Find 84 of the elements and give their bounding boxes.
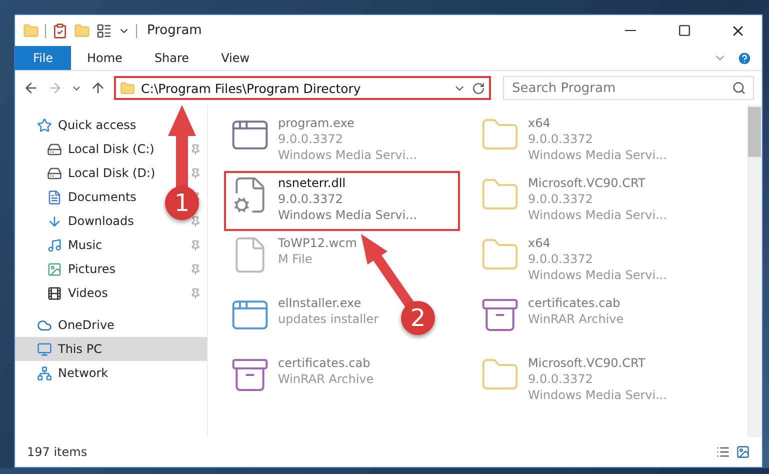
item-count: 197 items — [27, 445, 88, 459]
file-name: x64 — [528, 115, 552, 131]
cloud-icon — [37, 318, 52, 332]
file-tile[interactable]: x64 9.0.0.3372 Windows Media Servi... — [474, 111, 674, 171]
sidebar-item[interactable]: This PC — [15, 337, 207, 361]
file-detail: updates installer — [278, 311, 379, 327]
videos-icon — [47, 286, 62, 300]
scrollbar[interactable] — [747, 105, 762, 437]
file-tile[interactable]: program.exe 9.0.0.3372 Windows Media Servi... — [224, 111, 424, 171]
file-detail: WinRAR Archive — [278, 371, 374, 387]
drive-icon — [47, 166, 62, 180]
file-detail: 9.0.0.3372 — [278, 191, 344, 207]
file-tile[interactable]: ToWP12.wcm M File — [224, 231, 363, 291]
file-detail: 9.0.0.3372 — [528, 191, 594, 207]
file-tile[interactable]: certificates.cab WinRAR Archive — [224, 351, 380, 411]
maximize-icon — [678, 24, 690, 37]
file-name: program.exe — [278, 115, 356, 131]
folder-icon — [120, 80, 135, 96]
documents-icon — [47, 190, 62, 204]
file-detail: Windows Media Servi... — [278, 207, 418, 223]
music-icon — [47, 238, 62, 252]
file-tile[interactable]: Microsoft.VC90.CRT 9.0.0.3372 Windows Media Servi... — [474, 171, 674, 231]
file-detail: Windows Media Servi... — [528, 147, 668, 163]
file-name: nsneterr.dll — [278, 175, 347, 191]
file-tile[interactable]: certificates.cab WinRAR Archive — [474, 291, 630, 351]
file-detail: Windows Media Servi... — [528, 267, 668, 283]
file-detail: M File — [278, 251, 314, 267]
file-tile[interactable]: Microsoft.VC90.CRT 9.0.0.3372 Windows Media Servi... — [474, 351, 674, 411]
file-name: ToWP12.wcm — [278, 235, 357, 251]
back-button[interactable] — [23, 80, 39, 96]
details-view-icon[interactable] — [716, 445, 730, 459]
properties-icon[interactable] — [96, 22, 112, 38]
file-detail: 9.0.0.3372 — [528, 131, 594, 147]
file-name: Microsoft.VC90.CRT — [528, 175, 646, 191]
network-icon — [37, 366, 52, 380]
sidebar-item[interactable]: Quick access — [15, 113, 207, 137]
large-icons-view-icon[interactable] — [736, 445, 750, 459]
ribbon-tab[interactable]: File — [15, 46, 71, 70]
pictures-icon — [47, 262, 62, 276]
file-detail: WinRAR Archive — [528, 311, 624, 327]
minimize-icon — [624, 30, 636, 31]
file-tile[interactable]: nsneterr.dll 9.0.0.3372 Windows Media Servi... — [224, 171, 460, 231]
checklist-icon[interactable] — [52, 22, 68, 38]
file-name: Microsoft.VC90.CRT — [528, 355, 646, 371]
window-title: Program — [147, 23, 202, 38]
search-icon — [732, 81, 746, 95]
step-number-badge: 1 — [165, 186, 199, 220]
downloads-icon — [47, 214, 62, 228]
up-icon — [90, 80, 106, 96]
sidebar-item[interactable]: Downloads — [15, 209, 140, 233]
sidebar-item[interactable]: Local Disk (D:) — [15, 161, 162, 185]
sidebar-item[interactable]: Local Disk (C:) — [15, 137, 160, 161]
up-button[interactable] — [90, 80, 106, 96]
sidebar-item[interactable]: Music — [15, 233, 108, 257]
sidebar-item[interactable]: Network — [15, 361, 207, 385]
file-detail: 9.0.0.3372 — [528, 371, 594, 387]
ribbon-tab[interactable]: Share — [138, 46, 206, 70]
file-detail: Windows Media Servi... — [528, 207, 668, 223]
pc-icon — [37, 342, 52, 356]
ribbon-tab[interactable]: View — [205, 46, 266, 70]
star-icon — [37, 118, 52, 132]
sidebar-item[interactable]: Pictures — [15, 257, 122, 281]
sidebar-item[interactable]: Documents — [15, 185, 142, 209]
file-tile[interactable]: x64 9.0.0.3372 Windows Media Servi... — [474, 231, 674, 291]
ribbon-tab[interactable]: Home — [71, 46, 138, 70]
address-field[interactable]: C:\Program Files\Program Directory — [114, 76, 491, 100]
system-drive-icon — [47, 142, 62, 156]
file-detail: Windows Media Servi... — [278, 147, 418, 163]
step-number-badge: 2 — [401, 301, 435, 335]
sidebar-item[interactable]: OneDrive — [15, 313, 207, 337]
forward-icon — [47, 80, 63, 96]
file-name: elInstaller.exe — [278, 295, 362, 311]
refresh-icon[interactable] — [472, 82, 485, 94]
file-name: x64 — [528, 235, 552, 251]
file-detail: 9.0.0.3372 — [278, 131, 344, 147]
help-icon — [737, 50, 752, 66]
file-detail: Windows Media Servi... — [528, 387, 668, 403]
back-icon — [23, 80, 39, 96]
sidebar-item[interactable]: Videos — [15, 281, 114, 305]
search-field[interactable]: Search Program — [503, 76, 754, 100]
file-tile[interactable]: elInstaller.exe updates installer — [224, 291, 385, 351]
file-detail: 9.0.0.3372 — [528, 251, 594, 267]
file-name: certificates.cab — [528, 295, 622, 311]
file-name: certificates.cab — [278, 355, 372, 371]
